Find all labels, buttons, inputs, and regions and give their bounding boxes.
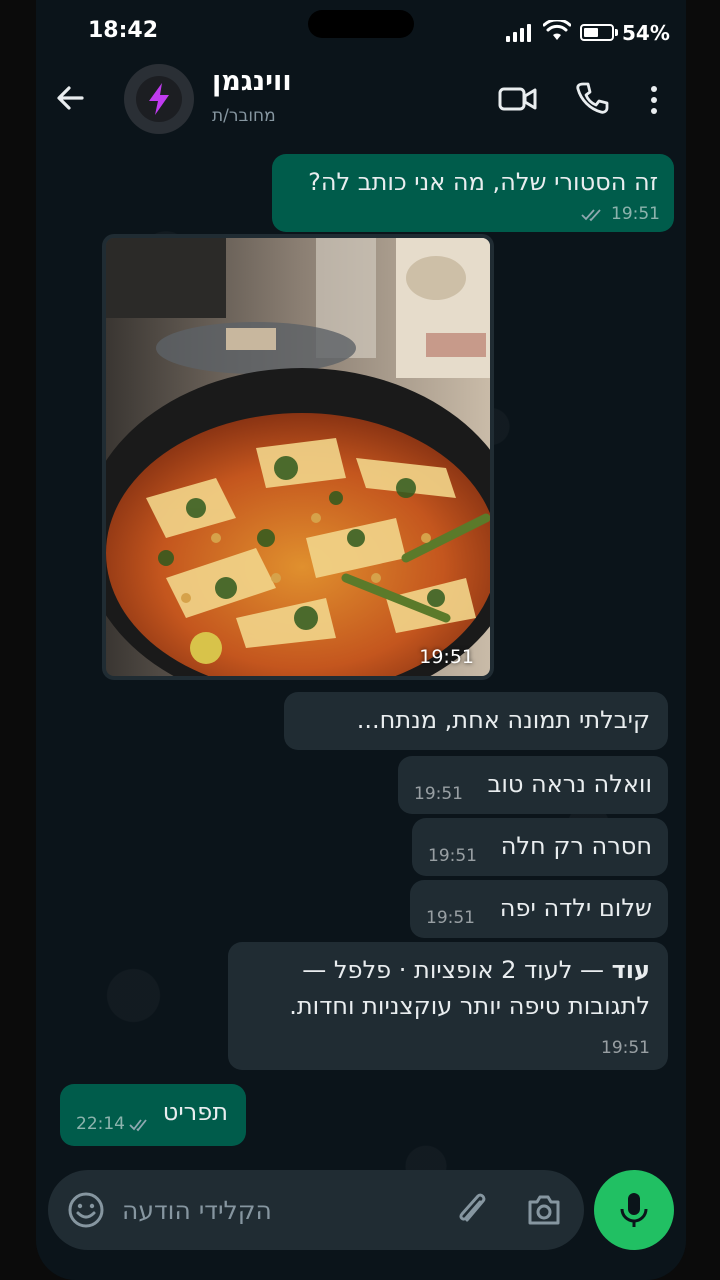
status-time: 18:42 bbox=[88, 18, 159, 43]
microphone-icon bbox=[620, 1193, 648, 1227]
message-image[interactable]: 19:51 bbox=[102, 234, 494, 680]
battery-icon bbox=[580, 24, 614, 41]
more-options-icon[interactable] bbox=[646, 82, 662, 118]
message-time: 19:51 bbox=[414, 784, 463, 805]
camera-icon[interactable] bbox=[524, 1190, 564, 1230]
wifi-icon bbox=[543, 20, 571, 40]
avatar[interactable] bbox=[124, 64, 194, 134]
message-input[interactable] bbox=[122, 1188, 442, 1232]
dynamic-island bbox=[308, 10, 414, 38]
message-text: קיבלתי תמונה אחת, מנתח... bbox=[356, 706, 650, 734]
message-text: חסרה רק חלה bbox=[500, 832, 652, 860]
message-text: וואלה נראה טוב bbox=[487, 770, 652, 798]
video-call-icon[interactable] bbox=[498, 82, 538, 116]
message-line-1: עוד — לעוד 2 אופציות · פלפל — bbox=[302, 954, 650, 986]
screen: 18:42 54% ווינגמן מחובר/ת זה הסטורי שלה,… bbox=[36, 0, 686, 1280]
image-time: 19:51 bbox=[419, 646, 474, 668]
message-text: תפריט bbox=[162, 1098, 228, 1126]
battery-percent: 54% bbox=[622, 21, 670, 45]
message-incoming-options[interactable]: עוד — לעוד 2 אופציות · פלפל — לתגובות טי… bbox=[228, 942, 668, 1070]
message-time: 19:51 bbox=[426, 908, 475, 929]
voice-call-icon[interactable] bbox=[574, 80, 610, 116]
message-incoming[interactable]: קיבלתי תמונה אחת, מנתח... bbox=[284, 692, 668, 750]
food-image bbox=[106, 238, 490, 676]
keyword-more: עוד bbox=[611, 956, 650, 984]
lightning-bolt-icon bbox=[149, 83, 169, 115]
double-check-icon bbox=[581, 208, 601, 221]
message-outgoing[interactable]: תפריט 22:14 bbox=[60, 1084, 246, 1146]
message-text: שלום ילדה יפה bbox=[499, 894, 652, 922]
phone-frame: 18:42 54% ווינגמן מחובר/ת זה הסטורי שלה,… bbox=[0, 0, 720, 1280]
message-text: זה הסטורי שלה, מה אני כותב לה? bbox=[308, 168, 658, 196]
signal-icon bbox=[506, 24, 531, 42]
message-time: 19:51 bbox=[601, 1038, 650, 1059]
battery-cap bbox=[615, 29, 618, 36]
emoji-icon[interactable] bbox=[66, 1190, 106, 1230]
message-line-1-rest: — לעוד 2 אופציות · פלפל — bbox=[302, 956, 612, 984]
contact-name[interactable]: ווינגמן bbox=[212, 66, 292, 97]
message-meta: 19:51 bbox=[581, 203, 660, 226]
status-bar: 18:42 54% bbox=[36, 0, 686, 62]
message-time: 19:51 bbox=[428, 846, 477, 867]
chat-header: ווינגמן מחובר/ת bbox=[36, 62, 686, 142]
back-arrow-icon[interactable] bbox=[52, 80, 88, 116]
message-meta: 22:14 bbox=[76, 1113, 149, 1136]
double-check-icon bbox=[129, 1118, 147, 1131]
message-input-bar bbox=[48, 1170, 584, 1250]
shakshuka-photo[interactable]: 19:51 bbox=[106, 238, 490, 676]
paperclip-icon[interactable] bbox=[452, 1188, 492, 1232]
message-incoming[interactable]: וואלה נראה טוב 19:51 bbox=[398, 756, 668, 814]
message-time: 19:51 bbox=[611, 204, 660, 225]
message-incoming[interactable]: חסרה רק חלה 19:51 bbox=[412, 818, 668, 876]
message-time: 22:14 bbox=[76, 1114, 125, 1135]
message-outgoing[interactable]: זה הסטורי שלה, מה אני כותב לה? 19:51 bbox=[272, 154, 674, 232]
contact-status: מחובר/ת bbox=[212, 106, 276, 126]
battery-level bbox=[584, 28, 598, 37]
microphone-button[interactable] bbox=[594, 1170, 674, 1250]
message-line-2: לתגובות טיפה יותר עוקצניות וחדות. bbox=[289, 992, 650, 1020]
message-incoming[interactable]: שלום ילדה יפה 19:51 bbox=[410, 880, 668, 938]
